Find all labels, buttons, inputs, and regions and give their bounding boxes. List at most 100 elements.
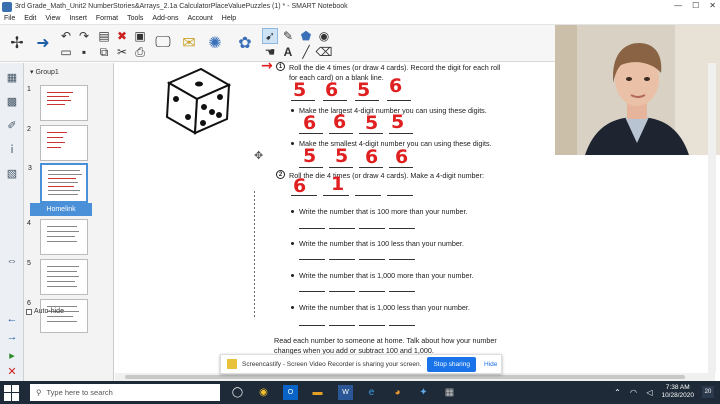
hide-button[interactable]: Hide bbox=[484, 361, 497, 368]
app-icon bbox=[2, 1, 12, 12]
clock-date: 10/28/2020 bbox=[661, 392, 694, 399]
page-thumb-6[interactable]: 6 bbox=[27, 299, 88, 333]
taskbar-app-icon[interactable]: ▦ bbox=[442, 385, 457, 400]
scrollbar-thumb[interactable] bbox=[125, 375, 685, 379]
fill-tool-icon[interactable]: ◉ bbox=[316, 28, 332, 44]
close-button[interactable]: ✕ bbox=[709, 1, 716, 10]
taskbar-search[interactable]: ⚲ Type here to search bbox=[30, 384, 220, 401]
system-tray-chevron-icon[interactable]: ⌃ bbox=[610, 385, 625, 400]
properties-tab-icon[interactable]: ⅰ bbox=[4, 141, 20, 157]
hw-r4-d2: 1 bbox=[331, 173, 345, 195]
page-thumb-5[interactable]: 5 bbox=[27, 259, 88, 295]
addons-tab-icon[interactable]: ▧ bbox=[4, 165, 20, 181]
auto-hide-checkbox[interactable] bbox=[26, 308, 32, 315]
page-thumb-1[interactable]: 1 bbox=[27, 85, 88, 121]
firefox-icon[interactable]: ◕ bbox=[390, 385, 405, 400]
menu-add-ons[interactable]: Add-ons bbox=[152, 15, 178, 22]
minimize-button[interactable]: — bbox=[674, 1, 682, 10]
page-thumb-2[interactable]: 2 bbox=[27, 125, 88, 161]
display-icon[interactable]: 🖵 bbox=[150, 30, 176, 56]
menu-view[interactable]: View bbox=[45, 15, 60, 22]
question-2-number: 2 bbox=[276, 170, 285, 179]
stop-sharing-button[interactable]: Stop sharing bbox=[427, 356, 476, 372]
webcam-person-image bbox=[555, 25, 720, 155]
select-tool-icon[interactable]: ➹ bbox=[262, 28, 278, 44]
webcam-overlay bbox=[555, 25, 720, 155]
volume-icon[interactable]: ◁ bbox=[642, 385, 657, 400]
horizontal-scrollbar[interactable] bbox=[115, 373, 715, 381]
title-bar: 3rd Grade_Math_Unit2 NumberStories&Array… bbox=[0, 0, 720, 13]
pen-tool-icon[interactable]: ✎ bbox=[280, 28, 296, 44]
open-icon[interactable]: ▭ bbox=[58, 44, 74, 60]
expand-icon[interactable]: ⇔ bbox=[4, 253, 20, 269]
addons-icon[interactable]: ✺ bbox=[202, 30, 228, 56]
page-thumb-4[interactable]: 4 bbox=[27, 219, 88, 255]
prev-page-icon[interactable]: ← bbox=[4, 311, 20, 327]
page-view-icon[interactable]: ✢ bbox=[4, 30, 30, 56]
group-label[interactable]: ▾ Group1 bbox=[30, 68, 59, 76]
delete-icon[interactable]: ✖ bbox=[114, 28, 130, 44]
search-icon: ⚲ bbox=[36, 388, 42, 397]
paste-icon[interactable]: ▣ bbox=[132, 28, 148, 44]
back-arrow-icon[interactable]: ➜ bbox=[30, 30, 56, 56]
hw-r2-d4: 5 bbox=[391, 111, 405, 133]
undo-icon[interactable]: ↶ bbox=[58, 28, 74, 44]
add-page-icon[interactable]: ▤ bbox=[96, 28, 112, 44]
attachments-tab-icon[interactable]: ✐ bbox=[4, 117, 20, 133]
notebook-canvas[interactable]: ✥ 1 Roll the die 4 times (or draw 4 card… bbox=[115, 59, 555, 373]
window-title: 3rd Grade_Math_Unit2 NumberStories&Array… bbox=[15, 3, 348, 10]
notification-center-icon[interactable]: 20 bbox=[702, 386, 714, 398]
share-message: Screencastify - Screen Video Recorder is… bbox=[242, 360, 422, 368]
start-button[interactable] bbox=[4, 384, 20, 401]
menu-account[interactable]: Account bbox=[188, 15, 213, 22]
response-icon[interactable]: ✿ bbox=[232, 30, 258, 56]
task-view-icon[interactable]: ◯ bbox=[230, 385, 245, 400]
outlook-icon[interactable]: O bbox=[283, 385, 298, 400]
copy-icon[interactable]: ⧉ bbox=[96, 44, 112, 60]
delete-page-strip-icon[interactable]: ✕ bbox=[4, 363, 20, 379]
footer-line-a: Read each number to someone at home. Tal… bbox=[274, 336, 497, 345]
q2-100-more-prompt: Write the number that is 100 more than y… bbox=[299, 207, 468, 216]
taskbar-clock[interactable]: 7:38 AM 10/28/2020 bbox=[661, 384, 694, 400]
line-tool-icon[interactable]: ╱ bbox=[298, 44, 314, 60]
hw-r3-d3: 6 bbox=[365, 146, 379, 168]
selected-page-label[interactable]: Homelink bbox=[30, 203, 92, 216]
redo-icon[interactable]: ↷ bbox=[76, 28, 92, 44]
hw-r3-d1: 5 bbox=[303, 145, 317, 167]
hw-r1-d2: 6 bbox=[325, 79, 339, 101]
page-sorter-tab-icon[interactable]: ▦ bbox=[4, 69, 20, 85]
q2-100-less-prompt: Write the number that is 100 less than y… bbox=[299, 239, 464, 248]
add-page-strip-icon[interactable]: ▸ bbox=[4, 347, 20, 363]
eraser-tool-icon[interactable]: ⌫ bbox=[316, 44, 333, 60]
gallery-tab-icon[interactable]: ▩ bbox=[4, 93, 20, 109]
text-tool-icon[interactable]: A bbox=[280, 44, 296, 60]
menu-help[interactable]: Help bbox=[222, 15, 236, 22]
edge-icon[interactable]: e bbox=[364, 385, 379, 400]
page-thumb-3[interactable]: 3 bbox=[28, 163, 88, 203]
hw-r2-d3: 5 bbox=[365, 112, 379, 134]
menu-format[interactable]: Format bbox=[96, 15, 118, 22]
move-cursor-icon: ✥ bbox=[254, 150, 264, 162]
maximize-button[interactable]: ☐ bbox=[692, 1, 699, 10]
word-icon[interactable]: W bbox=[338, 385, 353, 400]
menu-file[interactable]: File bbox=[4, 15, 15, 22]
chrome-icon[interactable]: ◉ bbox=[256, 385, 271, 400]
vertical-scrollbar[interactable] bbox=[708, 63, 716, 373]
print-icon[interactable]: ⎙ bbox=[132, 44, 148, 60]
clock-time: 7:38 AM bbox=[665, 384, 690, 391]
dice-image bbox=[165, 67, 232, 135]
next-page-icon[interactable]: → bbox=[4, 329, 20, 345]
shape-tool-icon[interactable]: ⬟ bbox=[298, 28, 314, 44]
smart-notebook-taskbar-icon[interactable]: ✦ bbox=[416, 385, 431, 400]
save-icon[interactable]: ▪ bbox=[76, 44, 92, 60]
menu-tools[interactable]: Tools bbox=[127, 15, 143, 22]
wifi-icon[interactable]: ◠ bbox=[626, 385, 641, 400]
cut-icon[interactable]: ✂ bbox=[114, 44, 130, 60]
question-1-number: 1 bbox=[276, 62, 285, 71]
menu-insert[interactable]: Insert bbox=[69, 15, 87, 22]
activity-icon[interactable]: ✉ bbox=[176, 30, 202, 56]
handwritten-arrow: → bbox=[261, 58, 273, 74]
file-explorer-icon[interactable]: ▬ bbox=[310, 385, 325, 400]
auto-hide-toggle[interactable]: Auto-hide bbox=[26, 308, 64, 315]
menu-edit[interactable]: Edit bbox=[24, 15, 36, 22]
